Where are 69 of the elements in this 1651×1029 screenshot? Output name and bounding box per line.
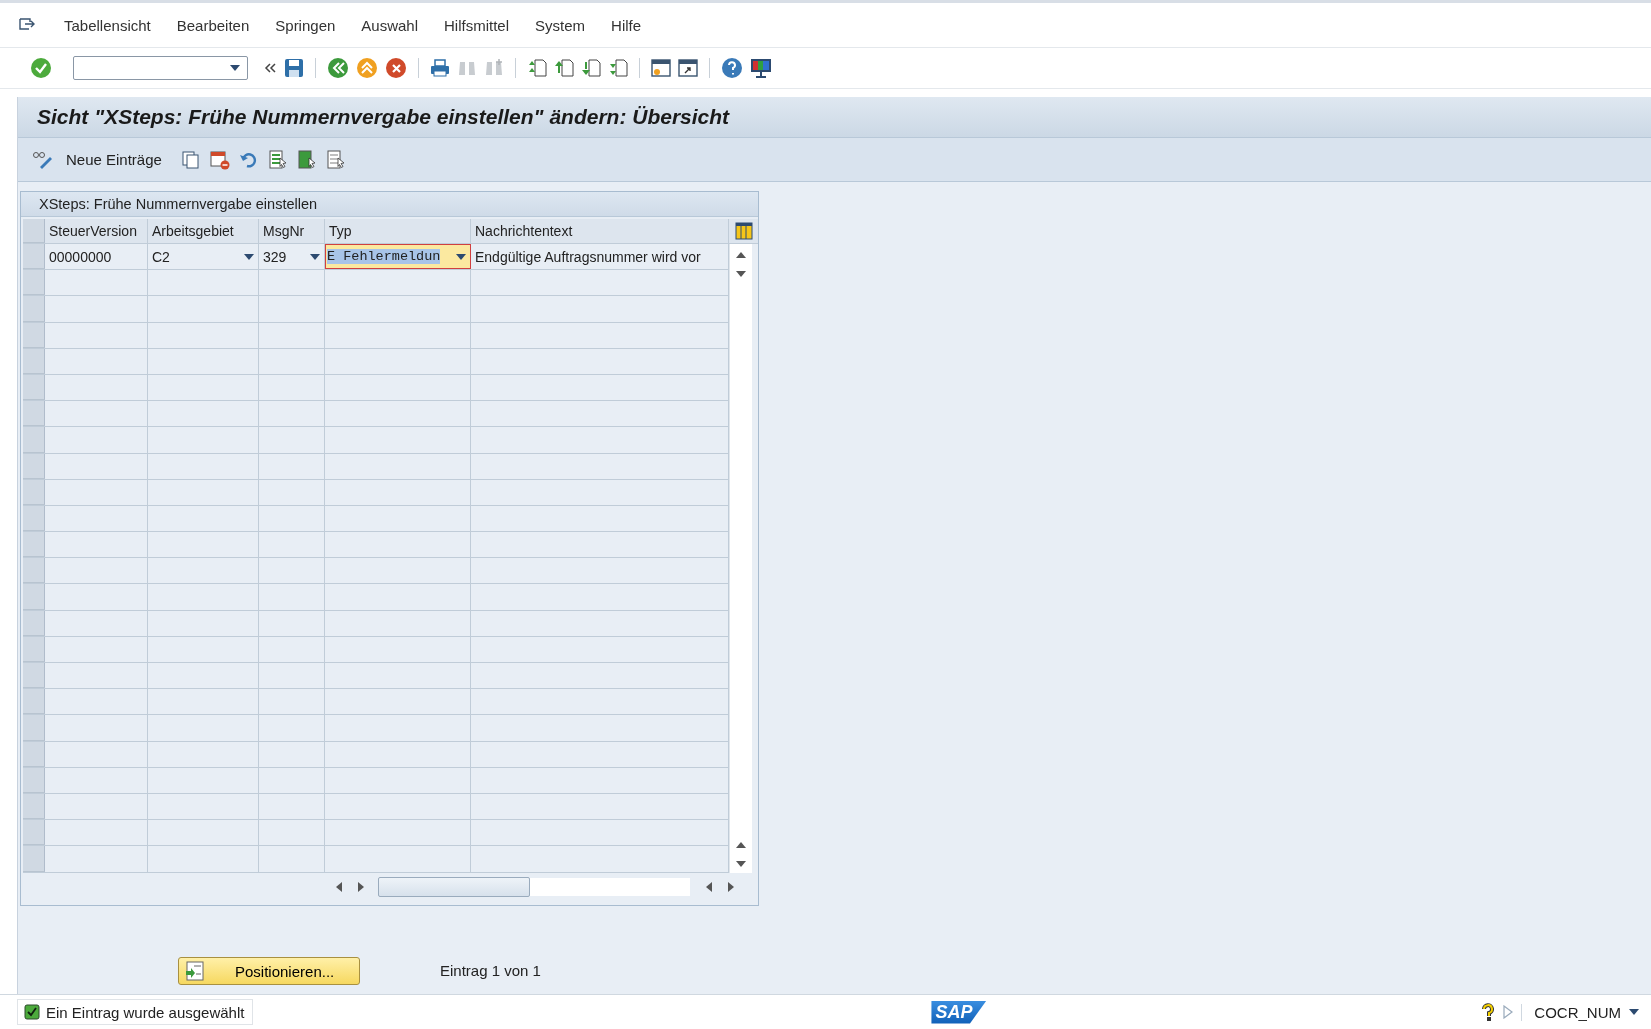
dropdown-arrow-icon[interactable] [456,253,466,260]
menu-item[interactable]: Bearbeiten [176,16,250,34]
scroll-right-icon[interactable] [728,881,734,892]
menu-item[interactable]: Tabellensicht [64,16,151,34]
dropdown-field[interactable]: E Fehlermeldun [325,244,471,270]
column-header[interactable]: MsgNr [259,219,325,243]
dropdown-arrow-icon[interactable] [229,64,241,72]
dropdown-arrow-icon[interactable] [310,253,320,260]
scroll-up-icon[interactable] [736,252,746,258]
scroll-left-icon[interactable] [706,881,712,892]
scroll-down-icon[interactable] [736,860,746,867]
scroll-down-icon[interactable] [736,271,746,277]
copy-icon[interactable] [180,149,201,170]
back-icon[interactable] [327,57,349,79]
vertical-scrollbar[interactable] [729,244,752,873]
deselect-all-icon[interactable] [325,149,346,170]
binoculars-plus-icon[interactable] [484,58,504,78]
cancel-icon[interactable] [385,57,407,79]
save-icon[interactable] [284,58,304,78]
triangle-icon[interactable] [1503,1005,1514,1019]
menu-item[interactable]: Auswahl [361,16,419,34]
first-page-icon[interactable] [527,58,547,78]
question-mark-icon[interactable] [1481,1003,1496,1021]
column-header[interactable]: Arbeitsgebiet [148,219,259,243]
scrollbar-thumb[interactable] [378,876,530,897]
system-dropdown[interactable]: COCR_NUM [1521,1003,1639,1021]
menu-item[interactable]: Hilfsmittel [444,16,510,34]
dropdown-field[interactable]: C2 [148,244,259,270]
dropdown-arrow-icon[interactable] [1629,1009,1639,1015]
select-all-icon[interactable] [267,149,288,170]
select-block-icon[interactable] [296,149,317,170]
select-all-cell[interactable] [23,219,45,243]
new-window-icon[interactable] [651,58,671,78]
status-text: Ein Eintrag wurde ausgewählt [46,1003,245,1021]
table-title: XSteps: Frühe Nummernvergabe einstellen [21,192,758,217]
previous-page-icon[interactable] [554,58,574,78]
scroll-left-icon[interactable] [336,881,342,892]
menu-icon[interactable] [18,17,36,33]
table-cell: 00000000 [45,244,148,270]
column-settings-icon[interactable] [735,222,753,240]
double-chevron-icon[interactable] [263,61,277,75]
column-header[interactable]: Typ [325,219,471,243]
help-icon[interactable] [721,57,743,79]
print-icon[interactable] [430,58,450,78]
command-field[interactable] [73,56,248,80]
scroll-right-icon[interactable] [358,881,364,892]
position-icon [185,961,205,981]
checkbox-icon [24,1004,40,1020]
column-header[interactable]: Nachrichtentext [471,219,729,243]
menu-item[interactable]: Hilfe [611,16,642,34]
last-page-icon[interactable] [608,58,628,78]
glasses-pencil-icon [32,150,54,169]
new-entries-button[interactable]: Neue Einträge [32,150,168,169]
position-button[interactable]: Positionieren... [178,957,360,985]
scroll-up-icon[interactable] [736,841,746,848]
up-icon[interactable] [356,57,378,79]
screen-title: Sicht "XSteps: Frühe Nummernvergabe einstellen" ändern: Übersicht [37,105,730,129]
menu-item[interactable]: Springen [275,16,336,34]
entry-count: Eintrag 1 von 1 [440,961,541,981]
next-page-icon[interactable] [581,58,601,78]
monitor-icon[interactable] [750,57,772,79]
shortcut-icon[interactable] [678,58,698,78]
dropdown-arrow-icon[interactable] [244,253,254,260]
sap-logo: SAP [931,1000,987,1024]
delete-row-icon[interactable] [209,149,230,170]
checkmark-icon[interactable] [30,57,52,79]
menu-item[interactable]: System [535,16,586,34]
column-header[interactable]: SteuerVersion [45,219,148,243]
horizontal-scrollbar[interactable] [336,876,734,897]
